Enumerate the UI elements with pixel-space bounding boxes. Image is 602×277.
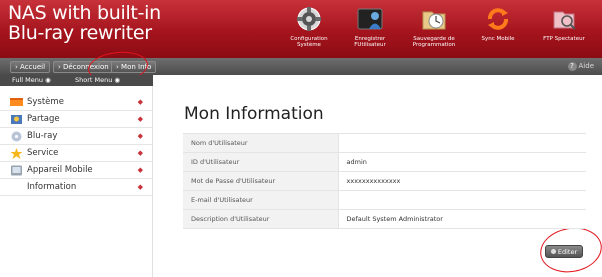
user-info-table: Nom d'Utilisateur ID d'Utilisateur admin… xyxy=(183,133,586,229)
sidebar-item-service[interactable]: Service ◆ xyxy=(0,145,153,162)
full-menu-toggle[interactable]: Full Menu ◉ xyxy=(12,75,51,86)
field-label: Description d'Utilisateur xyxy=(183,209,339,229)
nav-label: Configuration Système xyxy=(290,36,328,48)
sidebar-item-partage[interactable]: Partage ◆ xyxy=(0,111,153,128)
help-icon: ? xyxy=(567,62,577,71)
menu-mode-switch: Full Menu ◉ Short Menu ◉ xyxy=(0,75,153,86)
gear-icon xyxy=(297,7,321,31)
field-label: Nom d'Utilisateur xyxy=(183,133,339,153)
ftp-icon xyxy=(553,11,576,30)
field-label: Mot de Passe d'Utilisateur xyxy=(183,171,339,191)
arrow-icon: ◆ xyxy=(137,132,143,140)
nav-label: Enregistrer FUtilisateur xyxy=(354,36,386,48)
brand-line-2: Blu-ray rewriter xyxy=(8,22,152,44)
disc-icon xyxy=(11,131,22,142)
arrow-icon: ◆ xyxy=(137,115,143,123)
sidebar: Système ◆ Partage ◆ Blu-ray ◆ Service ◆ … xyxy=(0,86,153,277)
nav-sauvegarde-programmation[interactable]: Sauvegarde de Programmation xyxy=(402,2,466,48)
arrow-icon: ◆ xyxy=(137,166,143,174)
home-button[interactable]: › Accueil xyxy=(10,61,51,73)
sidebar-item-blu-ray[interactable]: Blu-ray ◆ xyxy=(0,128,153,145)
star-icon xyxy=(10,148,23,159)
help-link[interactable]: ? Aide xyxy=(567,61,594,72)
top-nav: Configuration Système Enregistrer FUtili… xyxy=(280,0,602,58)
arrow-icon: ◆ xyxy=(137,183,143,191)
nav-label: Sync Mobile xyxy=(481,36,515,42)
header-bar: NAS with built-in Blu-ray rewriter Confi… xyxy=(0,0,602,58)
table-row: E-mail d'Utilisateur xyxy=(183,190,586,210)
field-value: admin xyxy=(338,152,586,172)
sidebar-item-label: Blu-ray xyxy=(27,131,58,141)
sidebar-item-information[interactable]: Information ◆ xyxy=(0,179,153,196)
table-row: ID d'Utilisateur admin xyxy=(183,152,586,172)
edit-button[interactable]: Editer xyxy=(545,245,583,258)
arrow-icon: ◆ xyxy=(137,98,143,106)
short-menu-toggle[interactable]: Short Menu ◉ xyxy=(75,75,120,86)
system-icon xyxy=(10,98,23,106)
field-value: Default System Administrator xyxy=(338,209,586,229)
page-title: Mon Information xyxy=(184,104,324,124)
sidebar-item-label: Appareil Mobile xyxy=(27,165,93,175)
backup-schedule-icon xyxy=(422,11,446,30)
sidebar-item-label: Système xyxy=(27,97,64,107)
help-label: Aide xyxy=(578,62,594,70)
field-value xyxy=(338,133,586,153)
nav-label: FTP Spectateur xyxy=(543,36,585,42)
arrow-icon: ◆ xyxy=(137,149,143,157)
edit-icon xyxy=(550,249,556,254)
field-value xyxy=(338,190,586,210)
nav-sync-mobile[interactable]: Sync Mobile xyxy=(466,2,530,42)
sidebar-item-systeme[interactable]: Système ◆ xyxy=(0,94,153,111)
nav-label: Sauvegarde de Programmation xyxy=(412,36,456,48)
sidebar-item-appareil-mobile[interactable]: Appareil Mobile ◆ xyxy=(0,162,153,179)
share-icon xyxy=(11,115,22,124)
table-row: Description d'Utilisateur Default System… xyxy=(183,209,586,229)
brand-line-1: NAS with built-in xyxy=(8,2,161,24)
table-row: Nom d'Utilisateur xyxy=(183,133,586,153)
field-label: ID d'Utilisateur xyxy=(183,152,339,172)
nav-ftp-spectateur[interactable]: FTP Spectateur xyxy=(532,2,596,42)
field-label: E-mail d'Utilisateur xyxy=(183,190,339,210)
sidebar-item-label: Partage xyxy=(27,114,60,124)
nav-configuration-systeme[interactable]: Configuration Système xyxy=(277,2,341,48)
sidebar-item-label: Service xyxy=(27,148,59,158)
user-register-icon xyxy=(357,8,383,30)
table-row: Mot de Passe d'Utilisateur xxxxxxxxxxxxx… xyxy=(183,171,586,191)
mobile-device-icon xyxy=(11,165,22,176)
field-value: xxxxxxxxxxxxxx xyxy=(338,171,586,191)
edit-button-label: Editer xyxy=(557,248,578,256)
brand-logo: NAS with built-in Blu-ray rewriter xyxy=(8,3,161,43)
nav-enregistrer-utilisateur[interactable]: Enregistrer FUtilisateur xyxy=(338,2,402,48)
sync-icon xyxy=(488,8,508,30)
sidebar-item-label: Information xyxy=(27,182,77,192)
